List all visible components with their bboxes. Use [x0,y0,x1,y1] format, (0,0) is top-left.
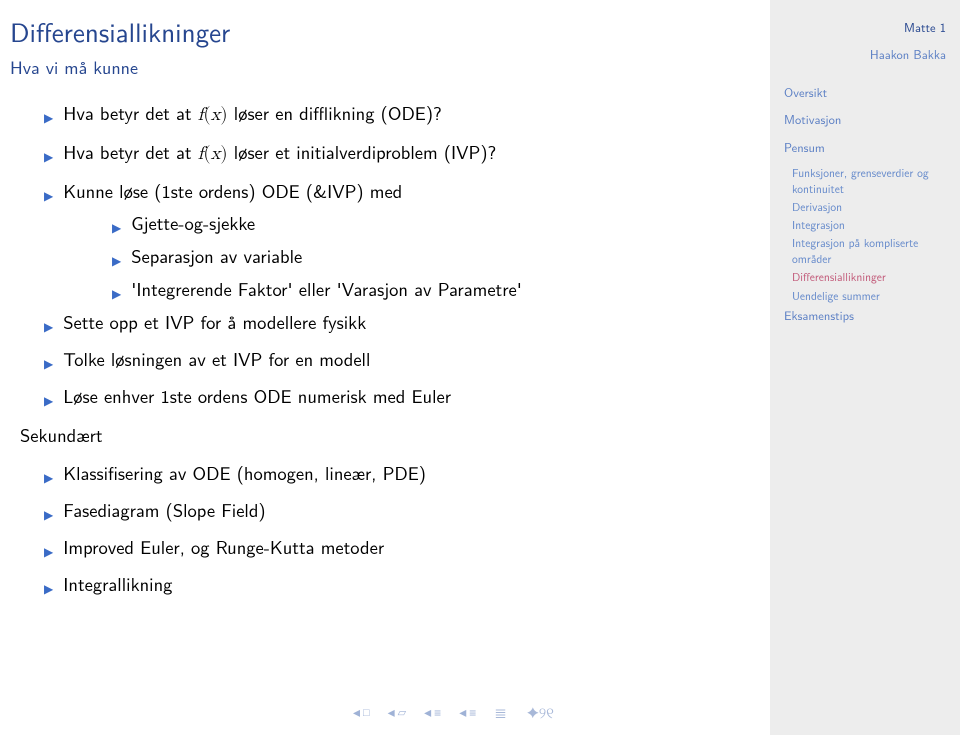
list-item-text: Fasediagram (Slope Field) [63,497,770,524]
nav-prev[interactable]: ◂≡ [424,702,441,722]
sidebar-item[interactable]: Pensum [784,138,946,157]
secondary-heading: Sekundært [10,421,770,448]
list-item-text: Separasjon av variable [131,243,302,270]
list-item-text: Løse enhver 1ste ordens ODE numerisk med… [63,383,770,410]
nav-next[interactable]: ◂≡ [459,702,476,722]
sidebar-item[interactable]: Motivasjon [784,110,946,129]
list-item: ▶ Hva betyr det at f(x) løser et initialv… [44,139,770,168]
list-item: ▶ Tolke løsningen av et IVP for en modell [44,346,770,373]
sidebar-subitem[interactable]: Uendelige summer [792,288,946,304]
sub-bullet-list: ▶ Gjette-og-sjekke ▶ Separasjon av variable… [44,210,770,302]
list-item-text: Improved Euler, og Runge-Kutta metoder [63,534,770,561]
list-item-text: Klassifisering av ODE (homogen, lineær, … [63,460,770,487]
bullet-marker-icon: ▶ [44,355,53,372]
nav-outline-icon[interactable]: ≣ [494,701,509,723]
slide-main: Differensiallikninger Hva vi må kunne ▶ H… [0,0,770,735]
sidebar-subitem-active[interactable]: Differensiallikninger [792,269,946,285]
list-item-text: Tolke løsningen av et IVP for en modell [63,346,770,373]
list-item-text: Hva betyr det at f(x) løser en difflikni… [63,100,770,129]
list-item: ▶ Integrallikning [44,571,770,598]
secondary-bullet-list: ▶ Klassifisering av ODE (homogen, lineær,… [10,460,770,597]
list-item-text: Hva betyr det at f(x) løser et initialve… [63,139,770,168]
list-item: ▶ 'Integrerende Faktor' eller 'Varasjon a… [112,276,770,303]
sidebar-item[interactable]: Eksamenstips [784,306,946,325]
nav-first[interactable]: ◂□ [353,702,370,722]
list-item-text: Kunne løse (1ste ordens) ODE (&IVP) med [63,178,770,205]
list-item: ▶ Løse enhver 1ste ordens ODE numerisk me… [44,383,770,410]
list-item: ▶ Fasediagram (Slope Field) [44,497,770,524]
list-item-text: Sette opp et IVP for å modellere fysikk [63,309,770,336]
bullet-marker-icon: ▶ [44,187,53,204]
sidebar-subitem[interactable]: Funksjoner, grenseverdier og kontinuitet [792,165,946,197]
list-item: ▶ Klassifisering av ODE (homogen, lineær,… [44,460,770,487]
bullet-marker-icon: ▶ [44,506,53,523]
bullet-marker-icon: ▶ [44,392,53,409]
list-item: ▶ Hva betyr det at f(x) løser en difflikn… [44,100,770,129]
bullet-marker-icon: ▶ [44,580,53,597]
nav-footer: ◂□ ◂▱ ◂≡ ◂≡ ≣ ✦୨୧ [353,701,554,723]
list-item: ▶ Separasjon av variable [112,243,770,270]
list-item-text: Gjette-og-sjekke [131,210,255,237]
sidebar: Matte 1 Haakon Bakka Oversikt Motivasjon P… [770,0,960,735]
sidebar-subitem[interactable]: Integrasjon [792,217,946,233]
bullet-marker-icon: ▶ [44,318,53,335]
slide-subtitle: Hva vi må kunne [10,53,770,80]
bullet-marker-icon: ▶ [44,543,53,560]
sidebar-subitem[interactable]: Integrasjon på kompliserte områder [792,235,946,267]
list-item-text: 'Integrerende Faktor' eller 'Varasjon av… [131,276,522,303]
bullet-marker-icon: ▶ [44,469,53,486]
bullet-marker-icon: ▶ [44,109,53,126]
sidebar-author: Haakon Bakka [784,45,946,64]
bullet-marker-icon: ▶ [44,148,53,165]
sidebar-subitem[interactable]: Derivasjon [792,199,946,215]
list-item: ▶ Improved Euler, og Runge-Kutta metoder [44,534,770,561]
list-item: ▶ Sette opp et IVP for å modellere fysikk [44,309,770,336]
bullet-marker-icon: ▶ [112,285,121,302]
slide-title: Differensiallikninger [10,12,770,51]
list-item: ▶ Gjette-og-sjekke [112,210,770,237]
sidebar-course: Matte 1 [784,18,946,37]
bullet-marker-icon: ▶ [112,252,121,269]
bullet-marker-icon: ▶ [112,219,121,236]
primary-bullet-list: ▶ Hva betyr det at f(x) løser en difflikn… [10,100,770,409]
sidebar-item[interactable]: Oversikt [784,83,946,102]
list-item-text: Integrallikning [63,571,770,598]
list-item: ▶ Kunne løse (1ste ordens) ODE (&IVP) med [44,178,770,205]
nav-cycle-icon[interactable]: ✦୨୧ [527,701,554,723]
nav-prev-section[interactable]: ◂▱ [388,702,407,722]
